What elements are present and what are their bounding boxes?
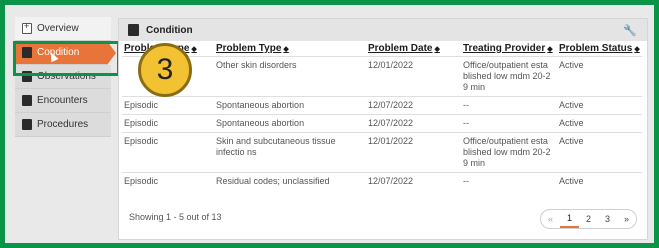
condition-panel: Condition 🔧 Problem Type◆ Problem Type◆ … (118, 18, 648, 240)
cell-status: Active (557, 131, 642, 172)
cell-date: 12/07/2022 (366, 113, 461, 132)
cell-problem: Skin and subcutaneous tissue infectio ns (214, 131, 366, 172)
sidebar-item-encounters[interactable]: Encounters (15, 89, 111, 113)
sidebar-item-procedures[interactable]: Procedures (15, 113, 111, 137)
next-page-button[interactable]: » (617, 210, 636, 228)
sidebar-item-label: Overview (37, 23, 79, 34)
cell-provider: -- (461, 113, 557, 132)
condition-table: Problem Type◆ Problem Type◆ Problem Date… (122, 41, 642, 190)
cell-date: 12/07/2022 (366, 95, 461, 114)
cell-type: Episodic (122, 113, 214, 132)
cell-date: 12/07/2022 (366, 171, 461, 190)
table-row[interactable]: Episodic Skin and subcutaneous tissue in… (122, 131, 642, 172)
cell-problem: Residual codes; unclassified (214, 171, 366, 190)
panel-title: Condition (146, 24, 193, 36)
column-header-treating-provider[interactable]: Treating Provider ◆ (461, 41, 557, 56)
cell-date: 12/01/2022 (366, 55, 461, 96)
highlight-box (13, 41, 120, 76)
overview-icon (22, 21, 32, 34)
wrench-icon[interactable]: 🔧 (623, 24, 637, 37)
table-row[interactable]: Other skin disorders 12/01/2022 Office/o… (122, 55, 642, 96)
app-frame: Overview Condition Observations Encounte… (5, 5, 654, 243)
prev-page-button[interactable]: « (541, 210, 560, 228)
column-header-problem-date[interactable]: Problem Date ◆ (366, 41, 461, 56)
pagination-summary: Showing 1 - 5 out of 13 (129, 212, 222, 222)
table-row[interactable]: Episodic Spontaneous abortion 12/07/2022… (122, 95, 642, 114)
cell-provider: Office/outpatient esta blished low mdm 2… (461, 131, 557, 172)
sidebar-item-overview[interactable]: Overview (15, 17, 111, 41)
page-1-button[interactable]: 1 (560, 210, 579, 228)
procedures-icon (22, 119, 32, 130)
column-header-problem-status[interactable]: Problem Status ◆ (557, 41, 642, 56)
sidebar-item-label: Procedures (37, 119, 89, 130)
page-3-button[interactable]: 3 (598, 210, 617, 228)
cell-provider: Office/outpatient esta blished low mdm 2… (461, 55, 557, 96)
cell-type: Episodic (122, 171, 214, 190)
pagination: « 1 2 3 » (540, 209, 637, 229)
cell-status: Active (557, 113, 642, 132)
sidebar-item-label: Encounters (37, 95, 88, 106)
panel-header: Condition (119, 19, 647, 41)
cell-type: Episodic (122, 95, 214, 114)
cell-provider: -- (461, 171, 557, 190)
cell-type: Episodic (122, 131, 214, 172)
page-2-button[interactable]: 2 (579, 210, 598, 228)
sidebar: Overview Condition Observations Encounte… (15, 17, 116, 137)
step-badge: 3 (138, 43, 192, 97)
cell-status: Active (557, 95, 642, 114)
column-header-problem-type[interactable]: Problem Type ◆ (214, 41, 366, 56)
cell-status: Active (557, 55, 642, 96)
table-row[interactable]: Episodic Residual codes; unclassified 12… (122, 171, 642, 190)
table-row[interactable]: Episodic Spontaneous abortion 12/07/2022… (122, 113, 642, 132)
cell-date: 12/01/2022 (366, 131, 461, 172)
cell-problem: Other skin disorders (214, 55, 366, 96)
cell-status: Active (557, 171, 642, 190)
encounters-icon (22, 95, 32, 106)
cell-problem: Spontaneous abortion (214, 113, 366, 132)
condition-icon (128, 24, 139, 36)
cell-problem: Spontaneous abortion (214, 95, 366, 114)
cell-provider: -- (461, 95, 557, 114)
